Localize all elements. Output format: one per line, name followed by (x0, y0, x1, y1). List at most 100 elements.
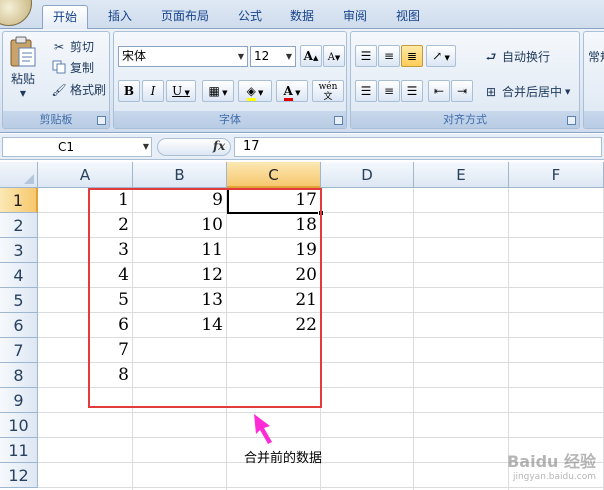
clipboard-group: 粘贴 ▼ ✂ 剪切 复制 🖌 格式刷 剪贴板 (2, 31, 110, 129)
number-format-select[interactable]: 常规 (588, 48, 604, 65)
align-top-button[interactable]: ☰ (355, 45, 377, 67)
paste-label: 粘贴 (10, 72, 35, 86)
annotation-arrow-shape (254, 414, 272, 444)
align-left-button[interactable]: ☰ (355, 80, 377, 102)
watermark-brand: Baidu 经验 (507, 452, 596, 471)
ribbon-tab-bar: 开始 插入 页面布局 公式 数据 审阅 视图 (0, 0, 604, 30)
cut-label: 剪切 (70, 40, 95, 54)
row-header-1[interactable]: 1 (0, 188, 38, 213)
ribbon: 粘贴 ▼ ✂ 剪切 复制 🖌 格式刷 剪贴板 宋体 ▼ 12 ▼ A▲ A▼ B… (0, 29, 604, 133)
decrease-indent-button[interactable]: ⇤ (428, 80, 450, 102)
row-header-6[interactable]: 6 (0, 313, 38, 338)
alignment-group: ☰ ≡ ≣ ↗ ▼ ☰ ≡ ☰ ⇤ ⇥ ⮐ 自动换行 ⊞ 合并后居中 ▼ 对齐方… (350, 31, 580, 129)
row-header-8[interactable]: 8 (0, 363, 38, 388)
merge-center-button[interactable]: ⊞ 合并后居中 ▼ (483, 83, 570, 100)
paste-button[interactable]: 粘贴 ▼ (8, 36, 38, 98)
row-header-4[interactable]: 4 (0, 263, 38, 288)
shrink-font-button[interactable]: A▼ (323, 45, 345, 67)
copy-icon (51, 60, 67, 76)
font-name-select[interactable]: 宋体 ▼ (118, 46, 248, 67)
alignment-dialog-launcher[interactable] (567, 116, 576, 125)
wrap-text-icon: ⮐ (485, 49, 497, 64)
scissors-icon: ✂ (53, 39, 65, 54)
align-bottom-button[interactable]: ≣ (401, 45, 423, 67)
fill-color-button[interactable]: ◈ ▼ (238, 80, 272, 102)
tab-view[interactable]: 视图 (386, 5, 430, 29)
arrow-down-icon: ▼ (334, 54, 341, 62)
column-header-b[interactable]: B (133, 162, 227, 188)
paste-icon (10, 36, 36, 67)
paintbrush-icon: 🖌 (51, 82, 67, 97)
chevron-down-icon: ▼ (565, 87, 571, 96)
column-header-a[interactable]: A (38, 162, 133, 188)
align-middle-button[interactable]: ≡ (378, 45, 400, 67)
column-header-d[interactable]: D (321, 162, 414, 188)
format-painter-label: 格式刷 (70, 83, 107, 97)
tab-data[interactable]: 数据 (280, 5, 324, 29)
office-button[interactable] (0, 0, 32, 26)
arrow-up-icon: ▲ (312, 54, 319, 62)
italic-button[interactable]: I (142, 80, 164, 102)
column-header-f[interactable]: F (509, 162, 604, 188)
font-size-value: 12 (254, 49, 270, 63)
decrease-indent-icon: ⇤ (433, 84, 445, 98)
wrap-text-button[interactable]: ⮐ 自动换行 (483, 48, 550, 65)
copy-label: 复制 (70, 61, 95, 75)
name-box[interactable]: C1 ▼ (2, 137, 152, 157)
format-painter-button[interactable]: 🖌 格式刷 (51, 81, 106, 98)
increase-indent-button[interactable]: ⇥ (451, 80, 473, 102)
baidu-jingyan-watermark: Baidu 经验 jingyan.baidu.com (507, 448, 596, 482)
worksheet-grid[interactable]: A B C D E F 1 2 3 4 5 6 7 8 9 10 11 12 1 2 3 4 5 6 7 8 9 10 11 12 13 14… (0, 162, 604, 490)
insert-function-icon[interactable]: fx (213, 139, 225, 153)
grow-font-button[interactable]: A▲ (300, 45, 322, 67)
row-header-3[interactable]: 3 (0, 238, 38, 263)
row-header-12[interactable]: 12 (0, 463, 38, 488)
row-header-10[interactable]: 10 (0, 413, 38, 438)
cut-button[interactable]: ✂ 剪切 (51, 38, 94, 55)
font-color-icon: A (283, 84, 293, 101)
underline-label: U (172, 84, 183, 98)
borders-button[interactable]: ▦ ▼ (202, 80, 234, 102)
clipboard-dialog-launcher[interactable] (97, 116, 106, 125)
chevron-down-icon: ▼ (142, 142, 149, 151)
gridline-horizontal (38, 412, 604, 413)
bold-button[interactable]: B (118, 80, 140, 102)
align-middle-icon: ≡ (383, 49, 395, 63)
underline-button[interactable]: U ▼ (166, 80, 196, 102)
tab-formulas[interactable]: 公式 (228, 5, 272, 29)
formula-bar: C1 ▼ fx 17 (0, 134, 604, 160)
watermark-url: jingyan.baidu.com (512, 472, 596, 482)
row-header-11[interactable]: 11 (0, 438, 38, 463)
row-header-7[interactable]: 7 (0, 338, 38, 363)
font-size-select[interactable]: 12 ▼ (250, 46, 296, 67)
number-group-label (584, 111, 604, 128)
column-header-e[interactable]: E (414, 162, 509, 188)
clipboard-group-label: 剪贴板 (3, 111, 109, 128)
tab-insert[interactable]: 插入 (98, 5, 142, 29)
align-center-button[interactable]: ≡ (378, 80, 400, 102)
column-header-c[interactable]: C (227, 162, 321, 188)
row-header-9[interactable]: 9 (0, 388, 38, 413)
orientation-button[interactable]: ↗ ▼ (426, 45, 456, 67)
select-all-button[interactable] (0, 162, 38, 188)
gridline-vertical (413, 188, 414, 490)
gridline-horizontal (38, 437, 604, 438)
align-right-button[interactable]: ☰ (401, 80, 423, 102)
copy-button[interactable]: 复制 (51, 59, 94, 76)
align-top-icon: ☰ (360, 49, 372, 63)
formula-input[interactable]: 17 (234, 137, 602, 157)
number-group: 常规 (583, 31, 604, 129)
phonetic-guide-button[interactable]: wén 文 (312, 80, 344, 102)
grow-font-label: A (303, 49, 313, 63)
tab-home[interactable]: 开始 (42, 5, 89, 30)
shrink-font-label: A (327, 52, 335, 63)
increase-indent-icon: ⇥ (456, 84, 468, 98)
font-dialog-launcher[interactable] (334, 116, 343, 125)
row-header-5[interactable]: 5 (0, 288, 38, 313)
font-group: 宋体 ▼ 12 ▼ A▲ A▼ B I U ▼ ▦ ▼ ◈ ▼ A ▼ wén … (113, 31, 347, 129)
row-header-2[interactable]: 2 (0, 213, 38, 238)
font-color-button[interactable]: A ▼ (276, 80, 308, 102)
tab-review[interactable]: 审阅 (333, 5, 377, 29)
tab-page-layout[interactable]: 页面布局 (151, 5, 219, 29)
annotation-label: 合并前的数据 (244, 451, 323, 466)
